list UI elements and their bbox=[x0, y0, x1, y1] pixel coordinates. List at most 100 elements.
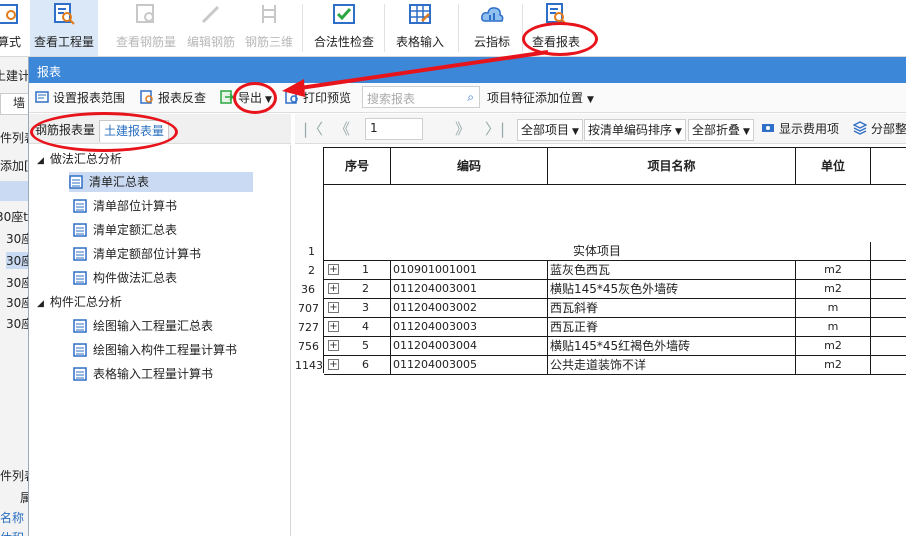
feature-position-dropdown[interactable]: 项目特征添加位置 ▼ bbox=[487, 89, 594, 107]
document-icon bbox=[73, 199, 87, 213]
tree-item-label: 清单部位计算书 bbox=[93, 199, 178, 213]
row-number: 756 bbox=[298, 340, 319, 353]
panel-item: 名称 bbox=[0, 511, 25, 525]
view-quantity-button[interactable]: 查看工程量 bbox=[30, 0, 98, 56]
header-extra bbox=[871, 148, 906, 185]
sort-dropdown[interactable]: 按清单编码排序 ▼ bbox=[584, 119, 686, 141]
list-item[interactable]: 30座 bbox=[6, 252, 29, 269]
cell-unit: m2 bbox=[796, 261, 871, 280]
tree-item[interactable]: 清单部位计算书 bbox=[73, 196, 177, 216]
cell-name: 横贴145*45灰色外墙砖 bbox=[548, 280, 796, 299]
cell-name: 横贴145*45红褐色外墙砖 bbox=[548, 337, 796, 356]
tree-item[interactable]: 清单汇总表 bbox=[69, 172, 253, 192]
cell-seq: 4 bbox=[324, 318, 391, 337]
edit-rebar-button[interactable]: 编辑钢筋 bbox=[182, 0, 240, 56]
tree-item-label: 清单汇总表 bbox=[89, 175, 150, 189]
floor-dropdown[interactable]: 墙 bbox=[0, 93, 29, 115]
list-item[interactable]: 30座 bbox=[6, 230, 29, 247]
tree-item[interactable]: 绘图输入构件工程量计算书 bbox=[73, 340, 237, 360]
table-cell bbox=[871, 261, 906, 280]
report-search-input[interactable]: 搜索报表 ⌕ bbox=[362, 86, 480, 108]
rebar-3d-button[interactable]: 钢筋三维 bbox=[242, 0, 296, 56]
tree-group-component[interactable]: ◢ 构件汇总分析 bbox=[37, 292, 122, 312]
report-check-label: 报表反查 bbox=[158, 91, 207, 105]
filter-label: 全部项目 bbox=[521, 123, 570, 137]
tree-item[interactable]: 清单定额部位计算书 bbox=[73, 244, 201, 264]
next-page-icon[interactable]: 》 bbox=[455, 119, 470, 141]
document-icon bbox=[73, 223, 87, 237]
show-cost-button[interactable]: 显示费用项 bbox=[761, 119, 839, 141]
print-preview-button[interactable]: 打印预览 bbox=[285, 89, 351, 107]
cell-unit: m2 bbox=[796, 337, 871, 356]
ribbon-divider bbox=[302, 4, 303, 52]
cloud-index-button[interactable]: 云指标 bbox=[464, 0, 520, 56]
list-item[interactable]: 30座 bbox=[6, 294, 29, 311]
view-rebar-button[interactable]: 查看钢筋量 bbox=[112, 0, 180, 56]
collapse-triangle-icon: ◢ bbox=[37, 299, 44, 309]
ribbon-divider bbox=[458, 4, 459, 52]
organize-button[interactable]: 分部整理 bbox=[853, 119, 906, 141]
tree-item-label: 表格输入工程量计算书 bbox=[93, 367, 214, 381]
last-page-icon[interactable]: 〉| bbox=[485, 119, 505, 141]
cell-seq: 6 bbox=[324, 356, 391, 375]
prev-page-icon[interactable]: 《 bbox=[335, 119, 350, 141]
add-item[interactable]: 添加[ bbox=[0, 157, 29, 174]
list-item[interactable]: 30座t bbox=[0, 208, 28, 225]
cloud-icon bbox=[481, 7, 504, 22]
tree-item[interactable]: 构件做法汇总表 bbox=[73, 268, 177, 288]
cell-code: 011204003004 bbox=[391, 337, 548, 356]
tree-item-label: 绘图输入构件工程量计算书 bbox=[93, 343, 238, 357]
feature-position-label: 项目特征添加位置 bbox=[487, 91, 584, 105]
list-item[interactable]: 30座 bbox=[6, 274, 29, 291]
cell-code: 011204003002 bbox=[391, 299, 548, 318]
header-code: 编码 bbox=[391, 148, 548, 185]
tree-group-method[interactable]: ◢ 做法汇总分析 bbox=[37, 149, 122, 169]
list-item[interactable]: 30座 bbox=[6, 315, 29, 332]
table-cell bbox=[871, 280, 906, 299]
page-number-input[interactable]: 1 bbox=[365, 118, 423, 140]
sort-label: 按清单编码排序 bbox=[588, 123, 673, 137]
row-number: 2 bbox=[308, 264, 315, 277]
cell-code: 011204003005 bbox=[391, 356, 548, 375]
ribbon-formula-button[interactable]: 算式 bbox=[0, 0, 26, 56]
search-placeholder: 搜索报表 bbox=[367, 92, 416, 106]
document-icon bbox=[73, 367, 87, 381]
ribbon-divider bbox=[384, 4, 385, 52]
tree-item[interactable]: 清单定额汇总表 bbox=[73, 220, 177, 240]
validity-check-button[interactable]: 合法性检查 bbox=[308, 0, 380, 56]
report-table: 序号 编码 项目名称 单位 1 实体项目 2 + 1 010901001001 … bbox=[295, 144, 906, 536]
view-quantity-icon bbox=[54, 3, 75, 25]
table-input-button[interactable]: 表格输入 bbox=[388, 0, 452, 56]
view-rebar-icon bbox=[136, 4, 154, 23]
show-cost-label: 显示费用项 bbox=[779, 122, 840, 136]
tree-item[interactable]: 表格输入工程量计算书 bbox=[73, 364, 213, 384]
tree-item-label: 清单定额汇总表 bbox=[93, 223, 178, 237]
annotation-circle-view-report bbox=[522, 22, 598, 56]
cell-seq: 5 bbox=[324, 337, 391, 356]
tree-item-label: 构件做法汇总表 bbox=[93, 271, 178, 285]
settings-icon bbox=[35, 91, 49, 103]
set-range-button[interactable]: 设置报表范围 bbox=[35, 89, 125, 107]
report-nav-bar: |〈 《 1 》 〉| 全部项目 ▼ 按清单编码排序 ▼ 全部折叠 ▼ 显示费用项 分… bbox=[295, 114, 906, 144]
report-check-button[interactable]: 报表反查 bbox=[140, 89, 206, 107]
annotation-circle-civil-tab bbox=[30, 112, 178, 152]
table-cell bbox=[871, 318, 906, 337]
annotation-circle-export bbox=[233, 82, 277, 114]
row-number: 1143 bbox=[295, 359, 323, 372]
cell-seq: 2 bbox=[324, 280, 391, 299]
cell-unit: m2 bbox=[796, 280, 871, 299]
background-app-panel: 土建计 墙 件列表 添加[ 30座t 30座 30座 30座 30座 30座 件… bbox=[0, 57, 30, 536]
filter-dropdown[interactable]: 全部项目 ▼ bbox=[517, 119, 583, 141]
panel-item: 件列表 bbox=[0, 131, 29, 145]
organize-label: 分部整理 bbox=[871, 122, 906, 136]
report-toolbar: 设置报表范围 报表反查 导出 ▼ 打印预览 搜索报表 ⌕ 项目特征添加位置 ▼ bbox=[29, 83, 906, 113]
table-cell bbox=[871, 242, 906, 261]
pencil-icon bbox=[201, 5, 220, 24]
chevron-down-icon: ▼ bbox=[572, 127, 579, 137]
tree-item[interactable]: 绘图输入工程量汇总表 bbox=[73, 316, 213, 336]
cell-unit: m bbox=[796, 299, 871, 318]
export-icon bbox=[220, 90, 234, 104]
first-page-icon[interactable]: |〈 bbox=[303, 119, 323, 141]
fold-dropdown[interactable]: 全部折叠 ▼ bbox=[688, 119, 754, 141]
selected-item[interactable] bbox=[0, 181, 29, 201]
